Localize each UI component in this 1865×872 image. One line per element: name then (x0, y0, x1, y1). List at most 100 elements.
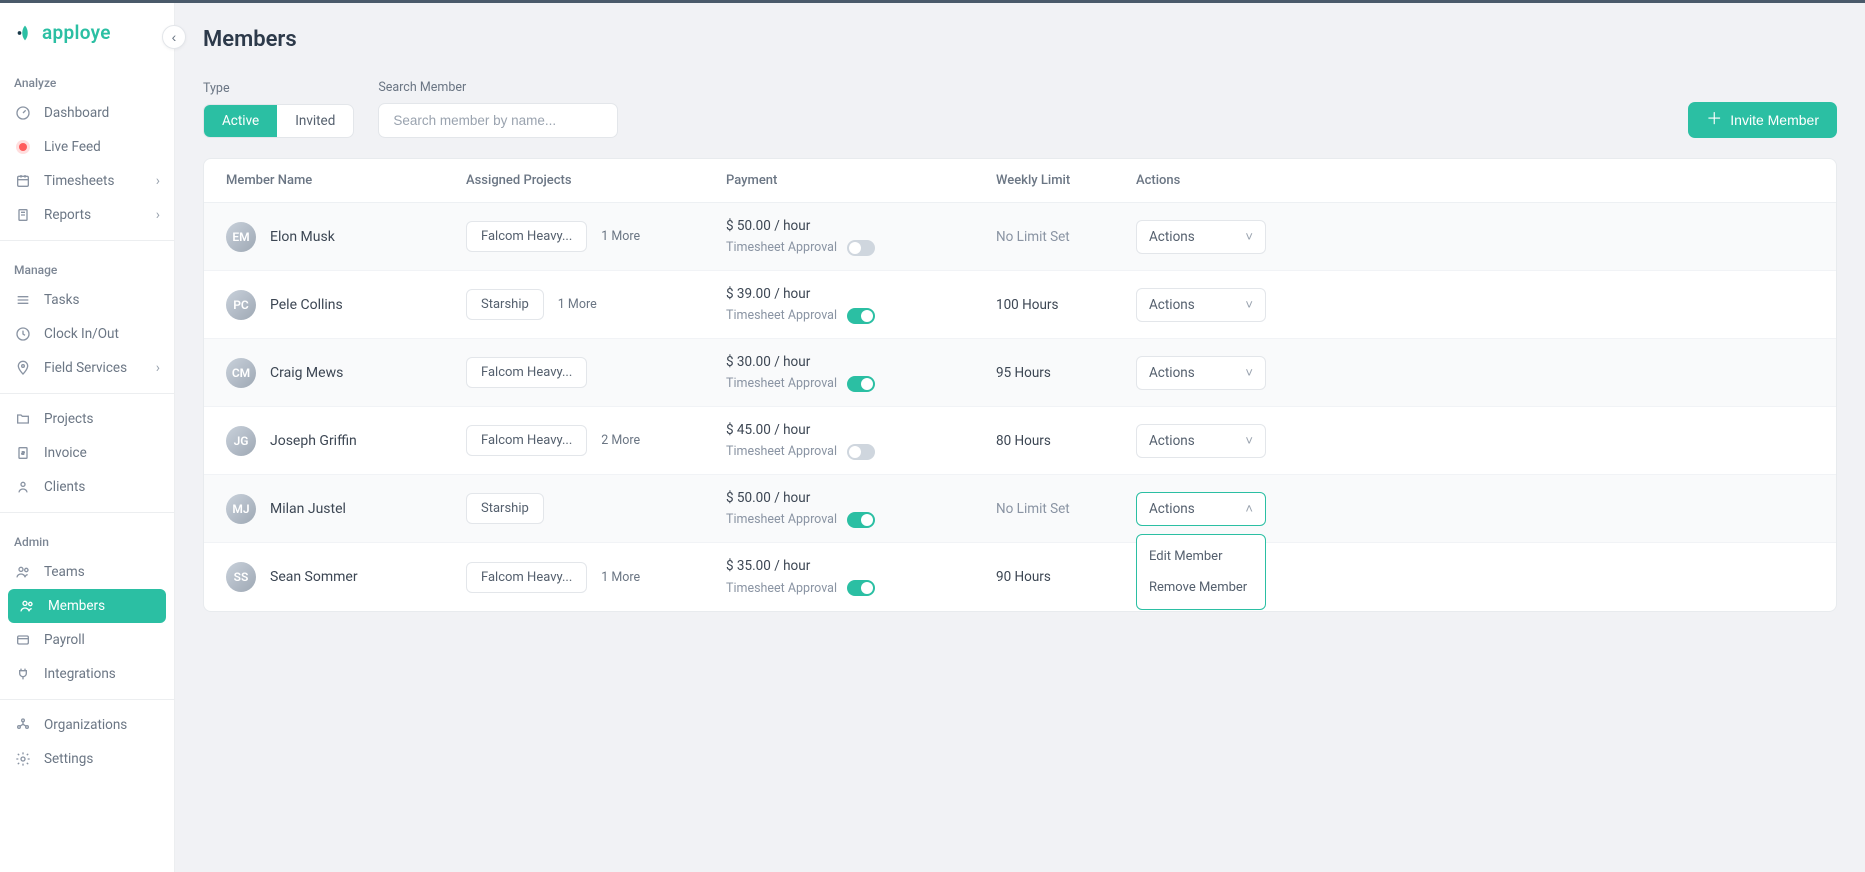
dropdown-edit-member[interactable]: Edit Member (1137, 541, 1265, 572)
actions-button-label: Actions (1149, 501, 1195, 517)
chevron-down-icon: ˅ (1245, 433, 1253, 449)
timesheet-approval-label: Timesheet Approval (726, 240, 837, 255)
timesheet-approval-label: Timesheet Approval (726, 376, 837, 391)
timesheet-approval-toggle[interactable] (847, 580, 875, 596)
card-icon (14, 631, 32, 649)
sidebar-item-clients[interactable]: Clients (0, 470, 174, 504)
member-cell: SSSean Sommer (226, 562, 466, 592)
pin-icon (14, 359, 32, 377)
actions-button-label: Actions (1149, 433, 1195, 449)
more-projects-link[interactable]: 2 More (601, 433, 640, 448)
actions-cell: Actions˅ (1136, 356, 1296, 390)
sidebar-item-field-services[interactable]: Field Services› (0, 351, 174, 385)
member-name: Joseph Griffin (270, 433, 357, 449)
project-chip[interactable]: Falcom Heavy... (466, 562, 587, 593)
chevron-down-icon: ˅ (1245, 365, 1253, 381)
members-table: Member Name Assigned Projects Payment We… (203, 158, 1837, 612)
th-limit: Weekly Limit (996, 173, 1136, 188)
timesheet-approval-toggle[interactable] (847, 376, 875, 392)
sidebar-collapse-button[interactable]: ‹ (162, 25, 186, 49)
payment-rate: $ 50.00 / hour (726, 218, 996, 234)
sidebar-item-invoice[interactable]: Invoice (0, 436, 174, 470)
sidebar-item-label: Payroll (44, 632, 85, 648)
actions-dropdown-menu: Edit MemberRemove Member (1136, 534, 1266, 610)
th-actions: Actions (1136, 173, 1296, 188)
actions-dropdown-button[interactable]: Actions˅ (1136, 356, 1266, 390)
member-name: Craig Mews (270, 365, 343, 381)
table-row: SSSean SommerFalcom Heavy...1 More$ 35.0… (204, 543, 1836, 611)
sidebar-item-live-feed[interactable]: Live Feed (0, 130, 174, 164)
weekly-limit: No Limit Set (996, 229, 1136, 245)
tab-invited[interactable]: Invited (277, 105, 353, 137)
sidebar-item-dashboard[interactable]: Dashboard (0, 96, 174, 130)
sidebar-item-clock[interactable]: Clock In/Out (0, 317, 174, 351)
more-projects-link[interactable]: 1 More (558, 297, 597, 312)
weekly-limit: 80 Hours (996, 433, 1136, 449)
actions-dropdown-button[interactable]: Actions ˅ (1136, 424, 1266, 458)
sidebar-item-reports[interactable]: Reports› (0, 198, 174, 232)
brand-logo[interactable]: apploye (0, 21, 174, 62)
gauge-icon (14, 104, 32, 122)
sidebar-item-label: Live Feed (44, 139, 101, 155)
dropdown-remove-member[interactable]: Remove Member (1137, 572, 1265, 603)
project-chip[interactable]: Starship (466, 289, 544, 320)
sidebar-item-label: Field Services (44, 360, 127, 376)
actions-dropdown-button[interactable]: Actions˄ (1136, 492, 1266, 526)
gear-icon (14, 750, 32, 768)
sidebar-item-label: Organizations (44, 717, 127, 733)
actions-cell: Actions ˅ (1136, 424, 1296, 458)
avatar: MJ (226, 494, 256, 524)
actions-dropdown-button[interactable]: Actions˅ (1136, 220, 1266, 254)
invite-member-button[interactable]: ＋ Invite Member (1688, 102, 1837, 138)
timesheet-approval-toggle[interactable] (847, 308, 875, 324)
project-chip[interactable]: Falcom Heavy... (466, 357, 587, 388)
sidebar-item-label: Teams (44, 564, 85, 580)
sidebar-item-timesheets[interactable]: Timesheets › (0, 164, 174, 198)
project-chip[interactable]: Falcom Heavy... (466, 221, 587, 252)
chevron-down-icon: ˅ (1245, 297, 1253, 313)
actions-dropdown-button[interactable]: Actions˅ (1136, 288, 1266, 322)
sidebar-item-settings[interactable]: Settings (0, 742, 174, 776)
sidebar-item-payroll[interactable]: Payroll (0, 623, 174, 657)
tab-active[interactable]: Active (204, 105, 277, 137)
timesheet-approval-toggle[interactable] (847, 512, 875, 528)
dollar-file-icon (14, 444, 32, 462)
member-name: Pele Collins (270, 297, 343, 313)
timesheet-approval-toggle[interactable] (847, 444, 875, 460)
project-chip[interactable]: Starship (466, 493, 544, 524)
sidebar-section-title: Manage (0, 249, 174, 283)
sidebar-item-organizations[interactable]: Organizations (0, 708, 174, 742)
sidebar-item-teams[interactable]: Teams (0, 555, 174, 589)
more-projects-link[interactable]: 1 More (601, 570, 640, 585)
sidebar-item-tasks[interactable]: Tasks (0, 283, 174, 317)
member-name: Elon Musk (270, 229, 335, 245)
search-input[interactable] (378, 103, 618, 138)
sidebar-item-integrations[interactable]: Integrations (0, 657, 174, 691)
sidebar-divider (0, 699, 174, 700)
type-tabs: Active Invited (203, 104, 354, 138)
sidebar-item-members[interactable]: Members (8, 589, 166, 623)
th-payment: Payment (726, 173, 996, 188)
projects-cell: Falcom Heavy... 1 More (466, 221, 726, 252)
payment-rate: $ 45.00 / hour (726, 422, 996, 438)
plus-icon: ＋ (1706, 112, 1722, 128)
payment-cell: $ 30.00 / hourTimesheet Approval (726, 354, 996, 392)
member-cell: JGJoseph Griffin (226, 426, 466, 456)
payment-cell: $ 50.00 / hour Timesheet Approval (726, 218, 996, 256)
chevron-right-icon: › (156, 173, 160, 189)
member-cell: MJMilan Justel (226, 494, 466, 524)
project-chip[interactable]: Falcom Heavy... (466, 425, 587, 456)
more-projects-link[interactable]: 1 More (601, 229, 640, 244)
people-icon (14, 563, 32, 581)
projects-cell: Falcom Heavy... (466, 357, 726, 388)
sidebar-item-projects[interactable]: Projects (0, 402, 174, 436)
avatar: SS (226, 562, 256, 592)
people-icon (18, 597, 36, 615)
sidebar-section-title: Admin (0, 521, 174, 555)
avatar: EM (226, 222, 256, 252)
sidebar-item-label: Timesheets (44, 173, 114, 189)
chevron-right-icon: › (156, 207, 160, 223)
timesheet-approval-toggle[interactable] (847, 240, 875, 256)
main-content: Members Type Active Invited Search Membe… (175, 3, 1865, 872)
sidebar-item-label: Projects (44, 411, 94, 427)
